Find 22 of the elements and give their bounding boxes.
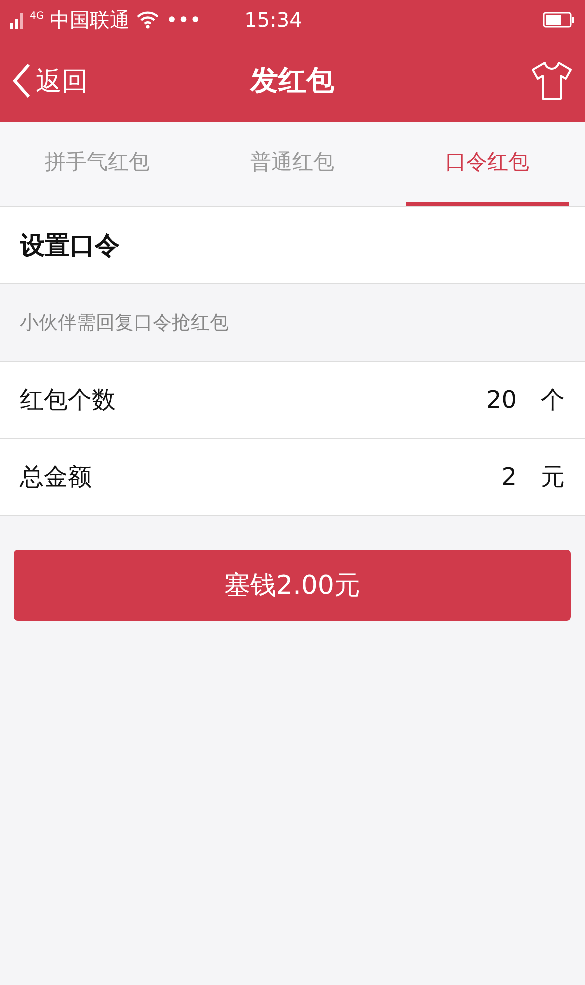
carrier-name: 中国联通 <box>50 6 130 34</box>
signal-icon <box>10 11 24 29</box>
chevron-left-icon <box>12 63 32 99</box>
unit-label: 个 <box>541 385 565 416</box>
tab[interactable]: 普通红包 <box>211 122 374 206</box>
row-value: 20 <box>486 386 517 414</box>
battery-icon <box>543 12 575 28</box>
row-value: 2 <box>502 463 517 491</box>
row-label: 总金额 <box>20 462 92 493</box>
clock-time: 15:34 <box>244 8 302 32</box>
row-label: 红包个数 <box>20 385 116 416</box>
more-indicator: ••• <box>166 8 202 32</box>
network-type: 4G <box>30 10 44 22</box>
submit-button[interactable]: 塞钱2.00元 <box>14 550 571 621</box>
hint-text: 小伙伴需回复口令抢红包 <box>20 310 229 336</box>
password-field[interactable]: 设置口令 <box>0 207 585 284</box>
wifi-icon <box>136 11 160 29</box>
shirt-icon[interactable] <box>531 61 573 101</box>
tab[interactable]: 拼手气红包 <box>16 122 179 206</box>
page-title: 发红包 <box>250 64 334 97</box>
back-button[interactable]: 返回 <box>12 63 88 99</box>
unit-label: 元 <box>541 462 565 493</box>
